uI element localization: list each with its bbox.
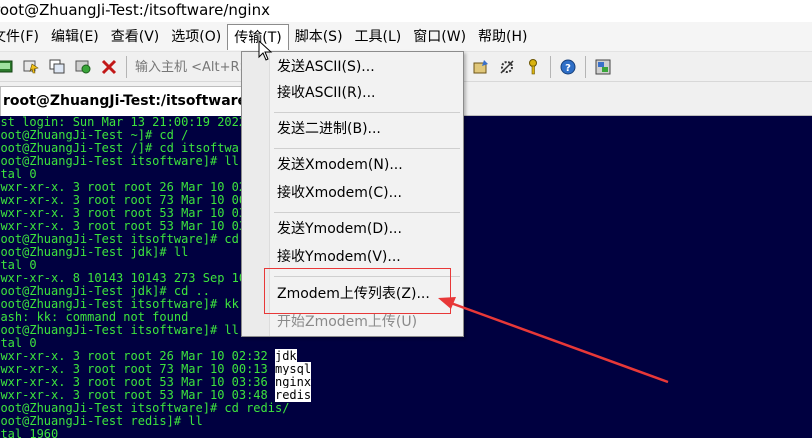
annotation-arrow — [438, 297, 669, 384]
mouse-cursor-icon — [258, 40, 273, 61]
